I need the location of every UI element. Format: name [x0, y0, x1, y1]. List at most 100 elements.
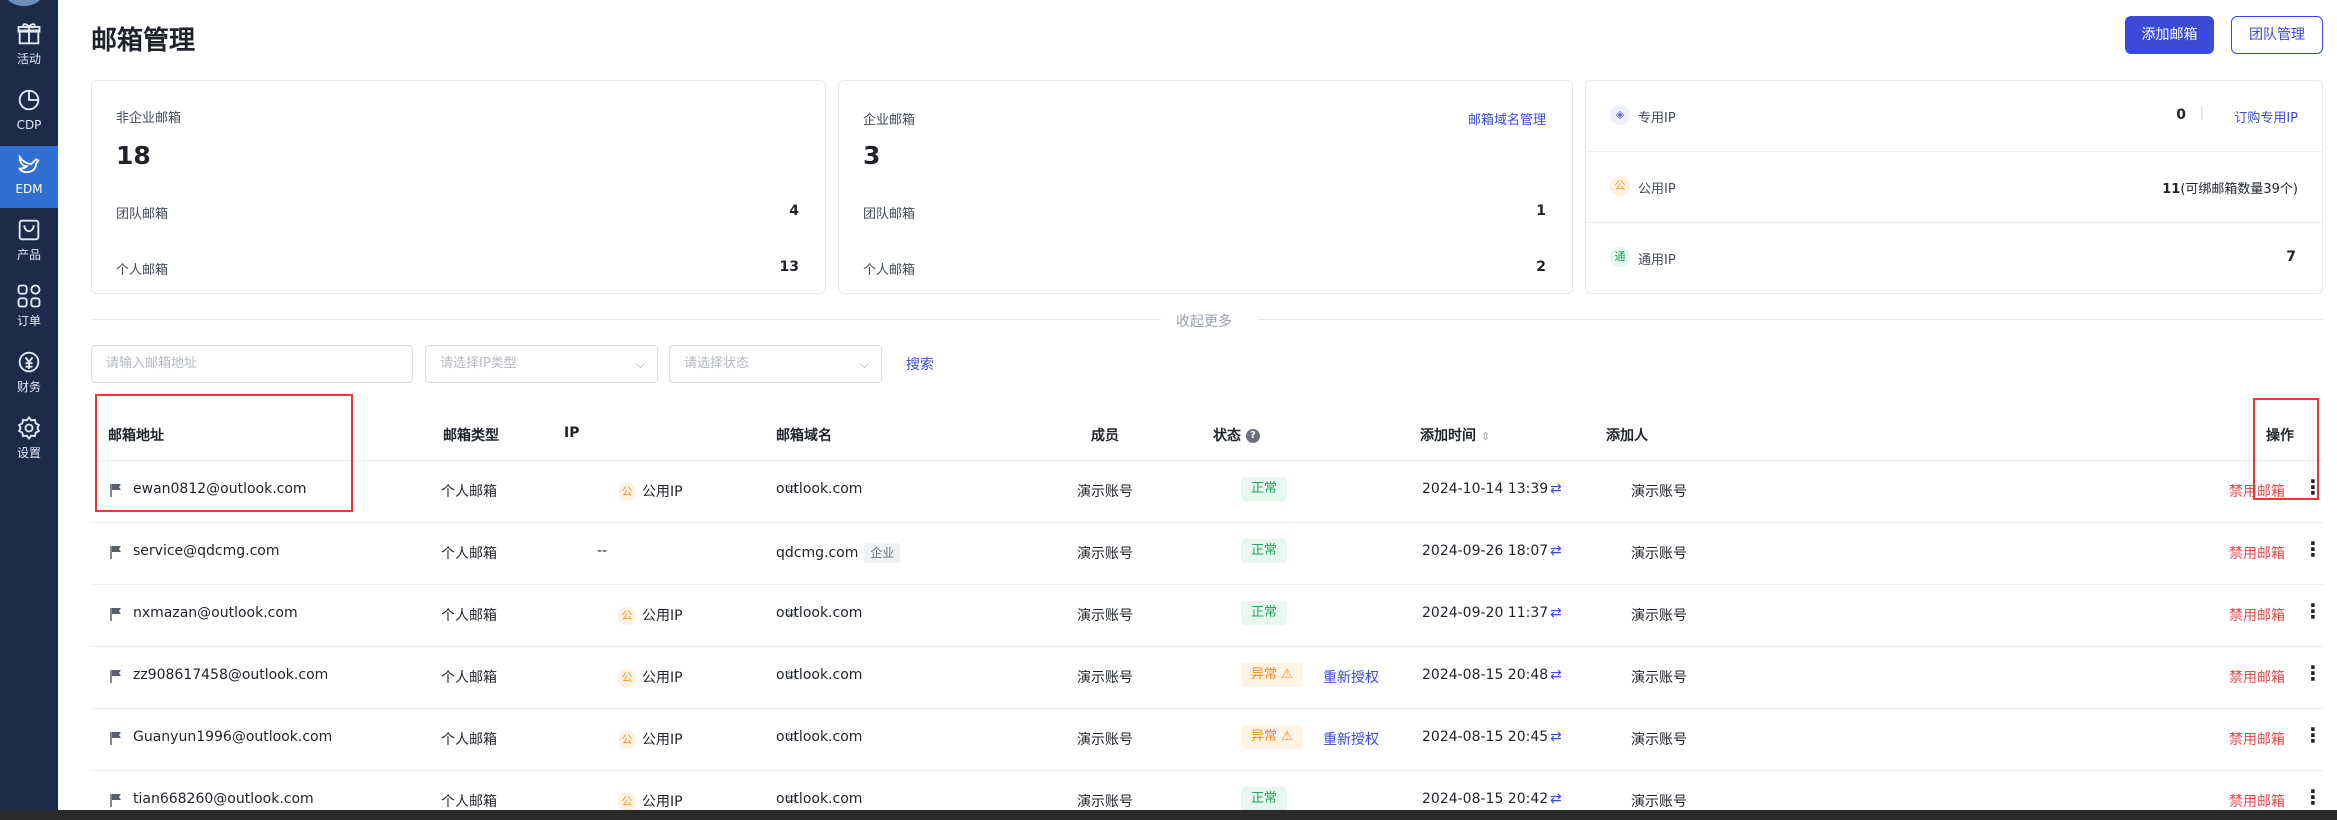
ip-tag: 公公用IP [618, 729, 683, 749]
sidebar-item-label: 财务 [16, 380, 41, 394]
more-icon[interactable]: ⋮ [2303, 785, 2323, 809]
avatar[interactable] [4, 0, 44, 6]
status-text: 异常 [1251, 729, 1278, 744]
sidebar-item-cdp[interactable]: CDP [0, 82, 58, 144]
email-type: 个人邮箱 [441, 794, 497, 810]
disable-email-button[interactable]: 禁用邮箱 [2229, 605, 2285, 625]
sidebar: 活动 CDP EDM 产品 订单 财务 设置 [0, 0, 58, 820]
sync-icon[interactable]: ⇄ [1550, 667, 1562, 683]
email-address: zz908617458@outlook.com [133, 667, 329, 683]
collapse-toggle[interactable]: 收起更多 [1176, 311, 1232, 331]
non-enterprise-total: 18 [116, 141, 151, 170]
email-domain: outlook.com [776, 481, 863, 497]
email-type: 个人邮箱 [441, 732, 497, 748]
bird-icon [18, 154, 40, 174]
ip-type-select[interactable]: 请选择IP类型 ⌵ [425, 345, 658, 383]
status-badge: 正常 [1241, 601, 1288, 625]
ip-tag: 公公用IP [618, 791, 683, 811]
table-row[interactable]: service@qdcmg.com 个人邮箱 -- qdcmg.com 企业 演示… [91, 522, 2323, 584]
flag-icon[interactable] [109, 793, 123, 807]
more-icon[interactable]: ⋮ [2303, 537, 2323, 561]
more-icon[interactable]: ⋮ [2303, 599, 2323, 623]
team-email-count: 4 [789, 203, 799, 219]
general-ip-label: 通用IP [1638, 253, 1676, 268]
column-header-added-by: 添加人 [1606, 428, 1648, 444]
sidebar-item-label: 设置 [16, 446, 41, 460]
sidebar-item-activity[interactable]: 活动 [0, 16, 58, 78]
team-management-button[interactable]: 团队管理 [2231, 16, 2323, 54]
sidebar-item-settings[interactable]: 设置 [0, 410, 58, 472]
email-domain-cell: qdcmg.com 企业 [776, 543, 901, 563]
added-time: 2024-08-15 20:45 [1422, 729, 1549, 745]
sync-icon[interactable]: ⇄ [1550, 729, 1562, 745]
disable-email-button[interactable]: 禁用邮箱 [2229, 667, 2285, 687]
gear-icon [17, 416, 41, 440]
flag-icon[interactable] [109, 545, 123, 559]
status-select[interactable]: 请选择状态 ⌵ [669, 345, 882, 383]
status-header-label: 状态 [1213, 428, 1241, 444]
sidebar-item-products[interactable]: 产品 [0, 212, 58, 274]
added-by: 演示账号 [1631, 670, 1687, 686]
more-icon[interactable]: ⋮ [2303, 723, 2323, 747]
money-icon [18, 351, 40, 373]
divider [1258, 319, 2323, 320]
disable-email-button[interactable]: 禁用邮箱 [2229, 729, 2285, 749]
email-search-input[interactable]: 请输入邮箱地址 [91, 345, 413, 383]
divider [1586, 151, 2322, 152]
email-address: tian668260@outlook.com [133, 791, 314, 807]
flag-icon[interactable] [109, 669, 123, 683]
more-icon[interactable]: ⋮ [2303, 661, 2323, 685]
column-header-domain: 邮箱域名 [776, 428, 832, 444]
subscribe-dedicated-ip-link[interactable]: 订购专用IP [2234, 107, 2298, 126]
sidebar-item-finance[interactable]: 财务 [0, 344, 58, 406]
public-ip-icon: 公 [618, 607, 636, 625]
dedicated-ip-label: 专用IP [1638, 111, 1676, 126]
add-email-button[interactable]: 添加邮箱 [2125, 16, 2214, 54]
added-time: 2024-08-15 20:42 [1422, 791, 1549, 807]
enterprise-card: 企业邮箱 邮箱域名管理 3 团队邮箱 1 个人邮箱 2 [838, 80, 1573, 294]
grid-icon [17, 284, 41, 308]
flag-icon[interactable] [109, 607, 123, 621]
sync-icon[interactable]: ⇄ [1550, 543, 1562, 559]
reauthorize-link[interactable]: 重新授权 [1323, 729, 1379, 749]
ip-label: 公用IP [642, 670, 683, 686]
sync-icon[interactable]: ⇄ [1550, 605, 1562, 621]
chevron-down-icon: ⌵ [859, 357, 869, 371]
member: 演示账号 [1077, 608, 1133, 624]
public-ip-summary: 11(可绑邮箱数量39个) [2162, 178, 2298, 197]
highlight-box-actions-column [2253, 398, 2319, 500]
table-row[interactable]: zz908617458@outlook.com 个人邮箱 公公用IP ⇆ out… [91, 646, 2323, 708]
column-header-status: 状态 ? [1213, 425, 1260, 445]
sort-icon[interactable]: ⇕ [1481, 430, 1490, 443]
added-by: 演示账号 [1631, 546, 1687, 562]
domain-management-link[interactable]: 邮箱域名管理 [1468, 109, 1546, 128]
email-domain: qdcmg.com [776, 545, 859, 561]
sidebar-item-edm[interactable]: EDM [0, 146, 58, 208]
ip-label: 公用IP [642, 608, 683, 624]
sync-icon[interactable]: ⇄ [1550, 481, 1562, 497]
ip-tag: 公公用IP [618, 605, 683, 625]
general-ip-icon: 通 [1610, 247, 1630, 267]
disable-email-button[interactable]: 禁用邮箱 [2229, 791, 2285, 811]
table-row[interactable]: nxmazan@outlook.com 个人邮箱 公公用IP ⇆ outlook… [91, 584, 2323, 646]
status-badge: 正常 [1241, 539, 1288, 563]
disable-email-button[interactable]: 禁用邮箱 [2229, 543, 2285, 563]
main-content: 邮箱管理 添加邮箱 团队管理 非企业邮箱 18 团队邮箱 4 个人邮箱 13 企… [58, 0, 2337, 820]
help-icon[interactable]: ? [1245, 429, 1260, 443]
table-row[interactable]: ewan0812@outlook.com 个人邮箱 公公用IP ⇆ outloo… [91, 460, 2323, 522]
chevron-down-icon: ⌵ [635, 357, 645, 371]
reauthorize-link[interactable]: 重新授权 [1323, 667, 1379, 687]
table-row[interactable]: Guanyun1996@outlook.com 个人邮箱 公公用IP ⇆ out… [91, 708, 2323, 770]
column-header-added-time[interactable]: 添加时间 ⇕ [1420, 425, 1490, 445]
flag-icon[interactable] [109, 731, 123, 745]
sidebar-item-label: EDM [15, 182, 43, 196]
search-button[interactable]: 搜索 [906, 354, 934, 374]
added-time: 2024-09-26 18:07 [1422, 543, 1549, 559]
enterprise-total: 3 [863, 141, 881, 170]
public-ip-icon: 公 [1610, 176, 1630, 196]
email-address: nxmazan@outlook.com [133, 605, 298, 621]
sidebar-item-label: 产品 [16, 248, 41, 262]
sidebar-item-orders[interactable]: 订单 [0, 278, 58, 340]
sync-icon[interactable]: ⇄ [1550, 791, 1562, 807]
personal-email-label: 个人邮箱 [863, 263, 916, 278]
